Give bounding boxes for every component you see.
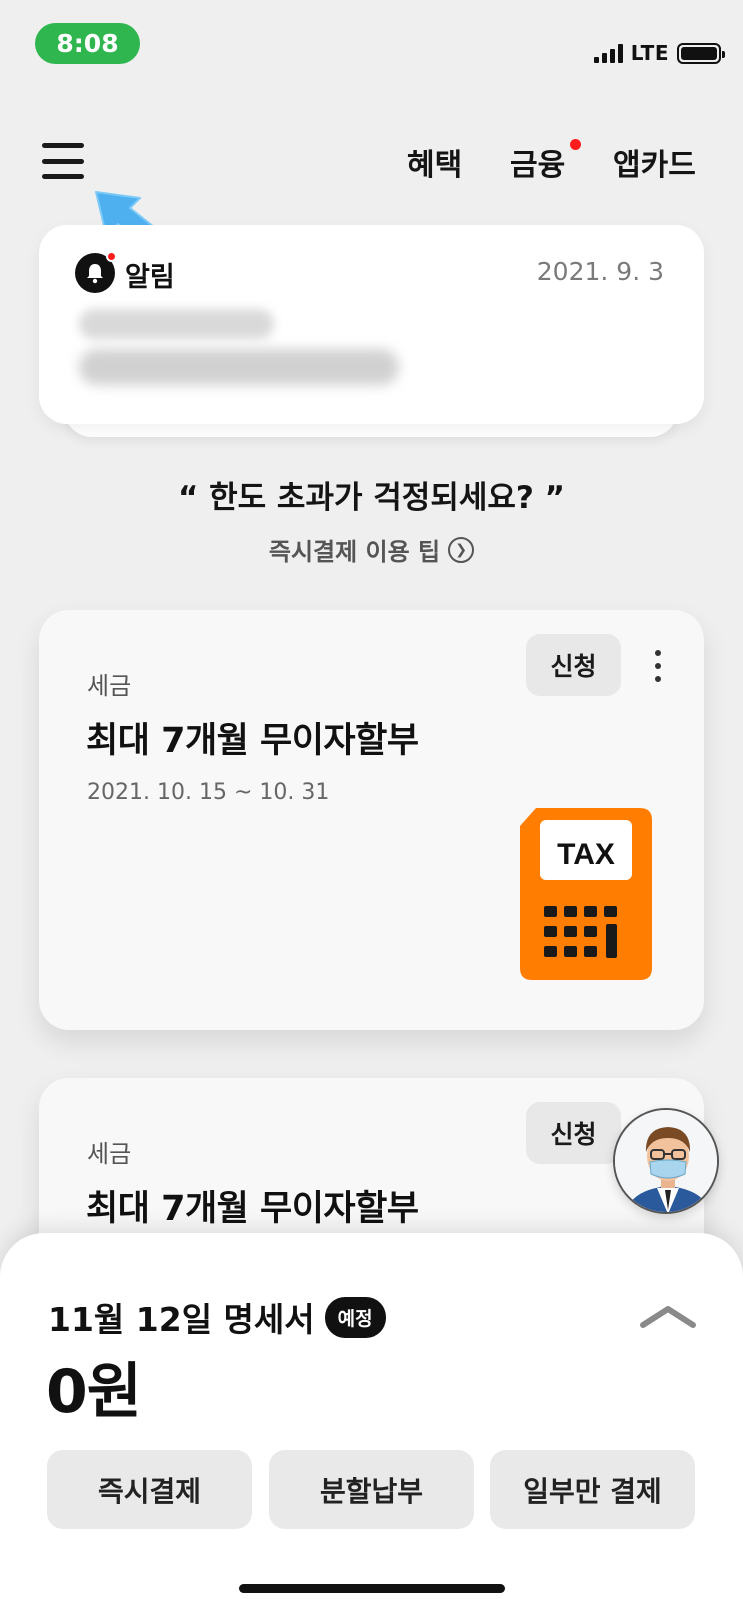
instant-pay-button[interactable]: 즉시결제 [47,1450,252,1529]
menu-icon[interactable] [42,143,84,179]
new-dot-icon [570,139,581,150]
tax-calculator-icon: TAX [520,808,652,980]
chevron-up-icon[interactable] [637,1301,699,1331]
signal-icon [593,43,623,63]
status-indicators: LTE [593,40,725,66]
notice-date: 2021. 9. 3 [536,257,664,286]
avatar-agent-icon[interactable] [613,1108,719,1214]
tax-label: TAX [557,838,615,871]
chevron-right-icon: ❯ [448,536,475,563]
nav-appcard[interactable]: 앱카드 [613,140,696,183]
tip-label: 즉시결제 이용 팁 [268,538,441,566]
statement-title: 11월 12일 명세서 [48,1300,315,1339]
promo-title: 최대 7개월 무이자할부 [86,721,419,761]
notice-blurred-text [79,349,399,385]
status-time: 8:08 [35,23,140,64]
apply-button[interactable]: 신청 [526,634,621,696]
notice-unread-dot [106,251,117,262]
statement-amount: 0원 [46,1357,142,1427]
nav-benefits[interactable]: 혜택 [407,140,462,183]
network-type: LTE [630,41,669,65]
nav-finance[interactable]: 금융 [510,139,581,183]
quote-headline: “ 한도 초과가 걱정되세요? ” [177,480,566,516]
promo-card[interactable]: 신청 세금 최대 7개월 무이자할부 2021. 10. 15 ~ 10. 31… [39,610,704,1030]
more-options-icon[interactable] [655,650,661,682]
notice-title: 알림 [125,262,175,293]
notice-blurred-text [79,309,274,339]
status-badge: 예정 [324,1296,386,1338]
promo-title: 최대 7개월 무이자할부 [86,1189,419,1229]
notice-card[interactable]: 알림 2021. 9. 3 [39,225,704,424]
promo-period: 2021. 10. 15 ~ 10. 31 [87,780,330,805]
tip-link[interactable]: 즉시결제 이용 팁 ❯ [0,532,743,567]
apply-button[interactable]: 신청 [526,1102,621,1164]
promo-category: 세금 [87,1140,132,1168]
partial-pay-button[interactable]: 일부만 결제 [490,1450,695,1529]
installment-pay-button[interactable]: 분할납부 [269,1450,474,1529]
promo-category: 세금 [87,672,132,700]
nav-finance-label: 금융 [510,148,566,183]
statement-title-row: 11월 12일 명세서 예정 [48,1293,386,1341]
home-indicator[interactable] [239,1584,505,1593]
statement-sheet[interactable]: 11월 12일 명세서 예정 0원 즉시결제 분할납부 일부만 결제 [0,1233,743,1609]
battery-icon [677,42,725,64]
